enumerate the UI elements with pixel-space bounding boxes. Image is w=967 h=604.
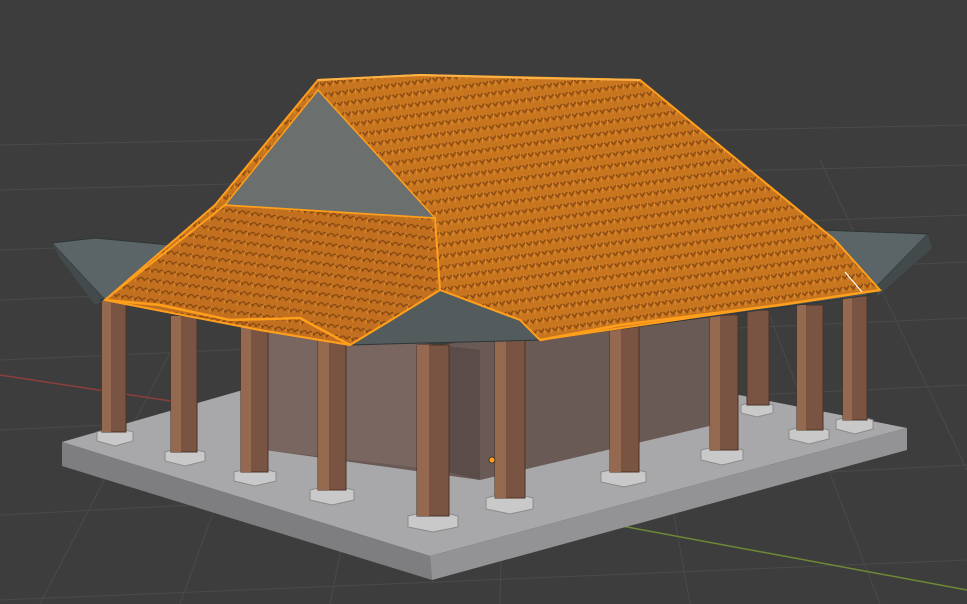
roof-tiles[interactable] (102, 73, 882, 347)
3d-viewport[interactable] (0, 0, 967, 604)
y-axis-line (599, 521, 967, 591)
viewport-canvas[interactable] (0, 0, 967, 604)
origin-dot-icon[interactable] (488, 456, 496, 464)
